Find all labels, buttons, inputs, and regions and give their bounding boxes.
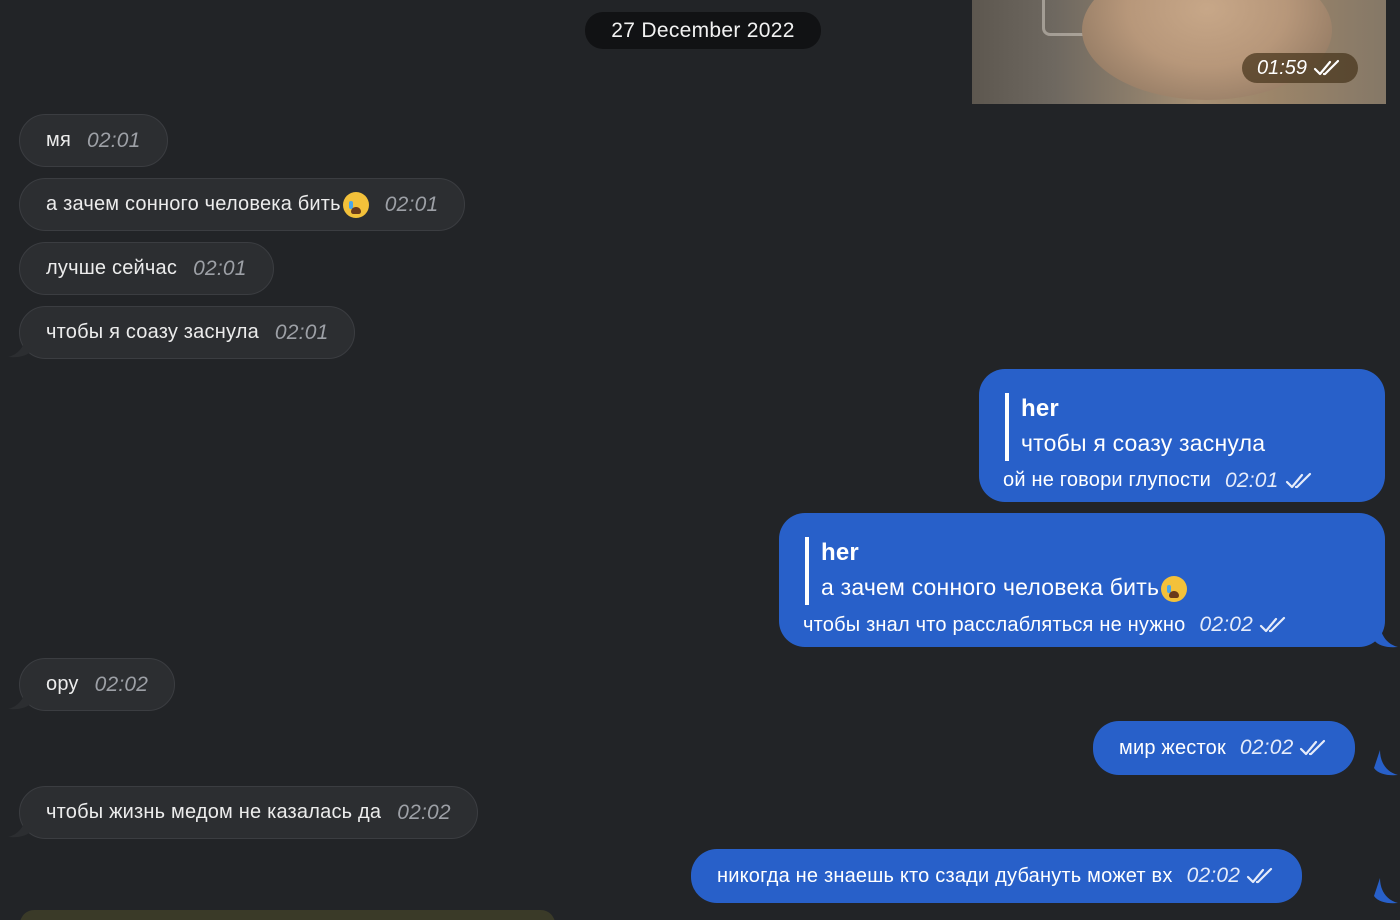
message-text: мя [46,129,71,151]
message-text: никогда не знаешь кто сзади дубануть мож… [717,864,1173,887]
message-time: 02:01 [86,128,141,152]
message-time: 02:01 [193,256,247,280]
message-time: 02:02 [1199,613,1254,636]
photo-message[interactable] [972,0,1386,104]
incoming-message[interactable]: а зачем сонного человека бить 02:01 [19,178,466,231]
message-text: ору [46,673,79,695]
reply-author: her [821,539,859,566]
message-time: 02:01 [274,320,329,344]
message-text: ой не говори глупости [1003,469,1211,491]
bubble-tail [1374,750,1398,776]
photo-cat [1082,0,1332,100]
double-check-icon [1313,59,1340,76]
incoming-message[interactable]: чтобы я соазу заснула 02:01 [19,306,356,359]
date-separator: 27 December 2022 [585,12,821,49]
crying-face-icon [1161,575,1188,602]
crying-face-icon [342,191,369,218]
message-time: 02:02 [1186,864,1241,887]
reply-quote-text-content: а зачем сонного человека бить [821,574,1160,600]
partial-media-message[interactable] [20,910,555,920]
bubble-tail [8,332,32,358]
reply-quote-text: а зачем сонного человека бить [821,569,1188,605]
message-text: чтобы жизнь медом не казалась да [46,801,382,823]
date-separator-label: 27 December 2022 [611,18,795,42]
message-text: а зачем сонного человека бить [46,193,341,215]
bubble-tail [1374,622,1398,648]
photo-time-label: 01:59 [1256,56,1308,79]
bubble-tail [1374,878,1398,904]
message-text: мир жесток [1119,736,1226,759]
message-time: 02:01 [1224,468,1279,492]
photo-timestamp: 01:59 [1242,53,1358,83]
double-check-icon [1285,472,1311,488]
outgoing-reply-message[interactable]: her чтобы я соазу заснула ой не говори г… [979,369,1385,502]
message-text: чтобы я соазу заснула [46,321,259,343]
chat-history[interactable]: 27 December 2022 01:59 мя 02:01 а зачем … [0,0,1400,920]
message-time: 02:02 [94,672,149,696]
reply-quote-text: чтобы я соазу заснула [1021,429,1266,456]
outgoing-message[interactable]: мир жесток 02:02 [1093,721,1356,775]
outgoing-message[interactable]: никогда не знаешь кто сзади дубануть мож… [691,849,1303,903]
incoming-message[interactable]: лучше сейчас 02:01 [19,242,274,295]
incoming-message[interactable]: чтобы жизнь медом не казалась да 02:02 [19,786,478,839]
double-check-icon [1300,739,1326,756]
reply-quote[interactable]: her а зачем сонного человека бить [805,537,1188,605]
reply-quote[interactable]: her чтобы я соазу заснула [1005,392,1266,461]
bubble-tail [8,812,32,838]
reply-author: her [1021,394,1059,422]
outgoing-reply-message[interactable]: her а зачем сонного человека бить чтобы … [779,513,1385,647]
double-check-icon [1247,867,1273,884]
double-check-icon [1259,616,1286,633]
message-time: 02:02 [397,800,451,824]
message-text: лучше сейчас [46,257,178,279]
message-text: чтобы знал что расслабляться не нужно [803,613,1186,636]
message-time: 02:02 [1239,736,1294,759]
incoming-message[interactable]: ору 02:02 [19,658,176,711]
bubble-tail [8,684,32,710]
incoming-message[interactable]: мя 02:01 [19,114,168,167]
message-time: 02:01 [384,192,439,216]
